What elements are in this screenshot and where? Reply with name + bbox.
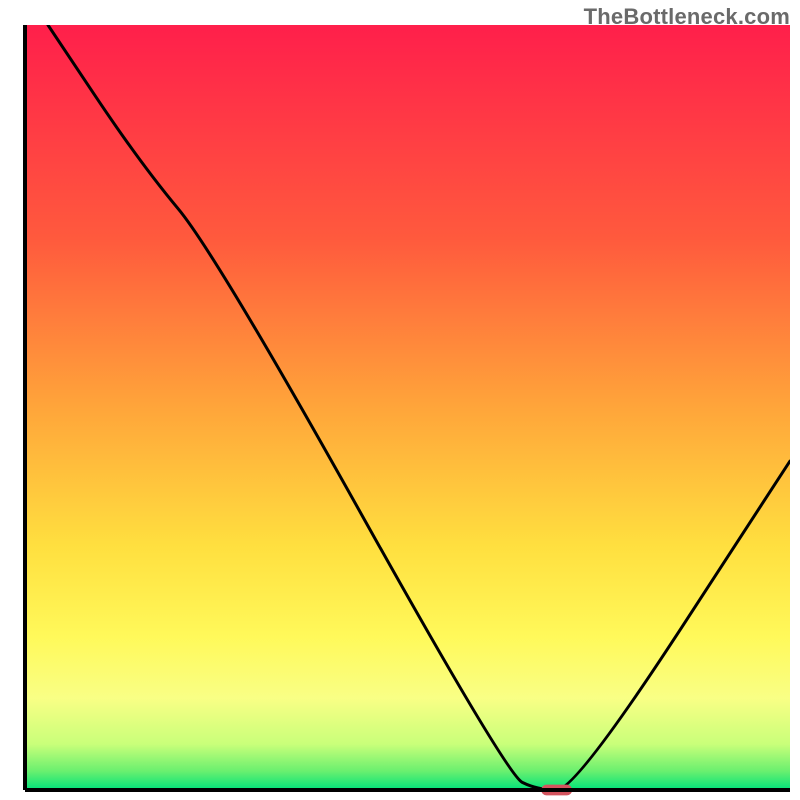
watermark-text: TheBottleneck.com [584, 4, 790, 30]
chart-container: TheBottleneck.com [0, 0, 800, 800]
bottleneck-chart [0, 0, 800, 800]
plot-background [25, 25, 790, 790]
